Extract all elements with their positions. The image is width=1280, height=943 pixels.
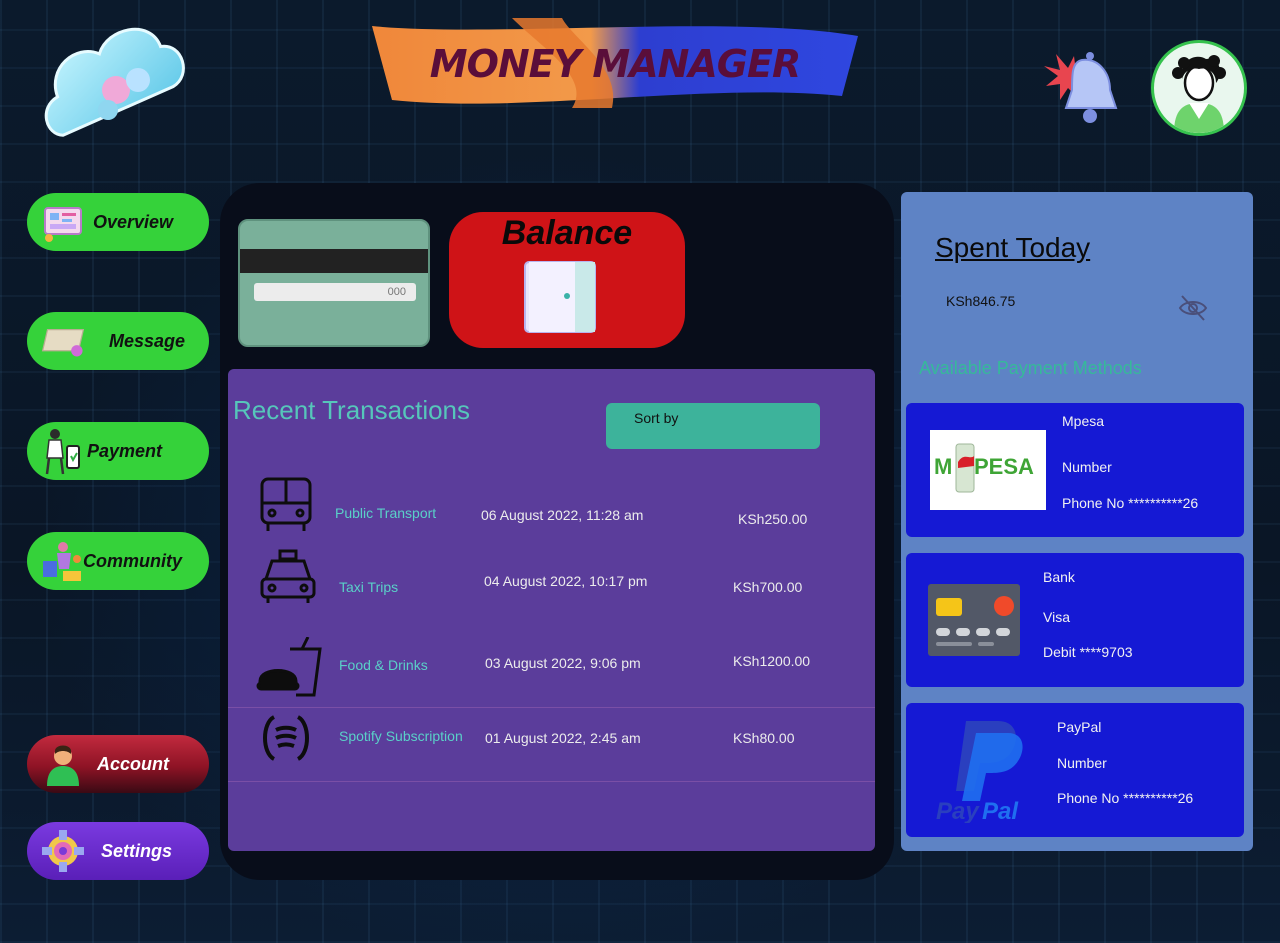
credit-card-graphic: 000 [238,219,430,347]
paypal-logo: Pay Pal [936,717,1036,828]
transactions-title: Recent Transactions [233,395,471,425]
sidebar-item-account[interactable]: Account [27,735,209,793]
transaction-amount: KSh1200.00 [733,653,811,669]
transaction-date: 01 August 2022, 2:45 am [485,730,641,746]
svg-text:Pal: Pal [982,798,1019,823]
transaction-row[interactable]: Taxi Trips 04 August 2022, 10:17 pm KSh7… [228,549,875,619]
user-avatar[interactable] [1151,40,1247,136]
method-detail: Phone No **********26 [1057,790,1194,806]
recent-transactions-panel: Recent Transactions Sort by Public Trans… [228,369,875,851]
row-divider [228,781,875,782]
balance-widget[interactable]: Balance [449,212,685,348]
sidebar-item-settings[interactable]: Settings [27,822,209,880]
transaction-date: 03 August 2022, 9:06 pm [485,655,641,671]
card-security-code: 000 [254,283,416,301]
transaction-name: Spotify Subscription [339,728,463,744]
payment-method-bank[interactable]: Bank Visa Debit ****9703 [906,553,1244,687]
sidebar-item-community[interactable]: Community [27,532,209,590]
mpesa-logo: M PESA [930,430,1046,510]
transaction-row[interactable]: Food & Drinks 03 August 2022, 9:06 pm KS… [228,635,875,705]
sidebar-item-label: Settings [101,840,173,861]
spending-panel: Spent Today KSh846.75 Available Payment … [901,192,1253,851]
taxi-icon [258,549,324,609]
svg-text:Pay: Pay [936,798,980,823]
spent-today-amount: KSh846.75 [946,293,1016,309]
payment-method-mpesa[interactable]: M PESA Mpesa Number Phone No **********2… [906,403,1244,537]
transaction-name: Public Transport [335,505,437,521]
bus-icon [256,475,322,535]
svg-text:M: M [934,454,952,479]
transaction-amount: KSh80.00 [733,730,795,746]
method-detail: Phone No **********26 [1062,495,1199,511]
food-drink-icon [256,636,322,697]
card-magnetic-stripe [240,249,428,273]
transaction-name: Taxi Trips [339,579,399,595]
svg-text:PESA: PESA [974,454,1034,479]
transaction-row[interactable]: Spotify Subscription 01 August 2022, 2:4… [228,713,875,783]
app-logo [30,18,190,148]
method-name: Mpesa [1062,413,1105,429]
method-type: Number [1057,755,1107,771]
dashboard-icon [41,200,85,244]
sidebar-item-label: Message [109,330,186,351]
sidebar-item-label: Community [83,550,182,571]
gear-icon [41,829,85,873]
user-icon [41,742,85,786]
balance-label: Balance [501,214,633,252]
envelope-icon [41,319,85,363]
mobile-payment-icon [41,429,85,475]
method-type: Number [1062,459,1112,475]
transaction-amount: KSh700.00 [733,579,803,595]
spotify-icon [258,713,324,773]
payment-methods-title: Available Payment Methods [919,358,1142,378]
sort-by-button[interactable]: Sort by [606,403,820,449]
sidebar-item-label: Payment [87,440,163,461]
app-title: MONEY MANAGER [429,42,801,86]
transaction-date: 04 August 2022, 10:17 pm [484,573,648,589]
sidebar-item-payment[interactable]: Payment [27,422,209,480]
method-name: Bank [1043,569,1075,585]
community-people-icon [41,539,85,583]
notification-bell-icon[interactable] [1038,46,1128,128]
safe-icon [519,258,605,343]
method-name: PayPal [1057,719,1102,735]
spent-today-title: Spent Today [935,232,1091,263]
method-detail: Debit ****9703 [1043,644,1133,660]
title-banner: MONEY MANAGER [372,18,858,108]
eye-off-icon[interactable] [1177,292,1209,324]
row-divider [228,707,875,708]
transaction-name: Food & Drinks [339,657,428,673]
method-type: Visa [1043,609,1070,625]
sidebar-item-message[interactable]: Message [27,312,209,370]
payment-method-paypal[interactable]: Pay Pal PayPal Number Phone No *********… [906,703,1244,837]
transaction-amount: KSh250.00 [738,511,808,527]
transaction-date: 06 August 2022, 11:28 am [481,507,644,523]
bank-card-icon [928,584,1022,663]
transaction-row[interactable]: Public Transport 06 August 2022, 11:28 a… [228,473,875,543]
sidebar-item-overview[interactable]: Overview [27,193,209,251]
sidebar-item-label: Account [97,753,169,774]
sidebar-item-label: Overview [93,211,174,232]
